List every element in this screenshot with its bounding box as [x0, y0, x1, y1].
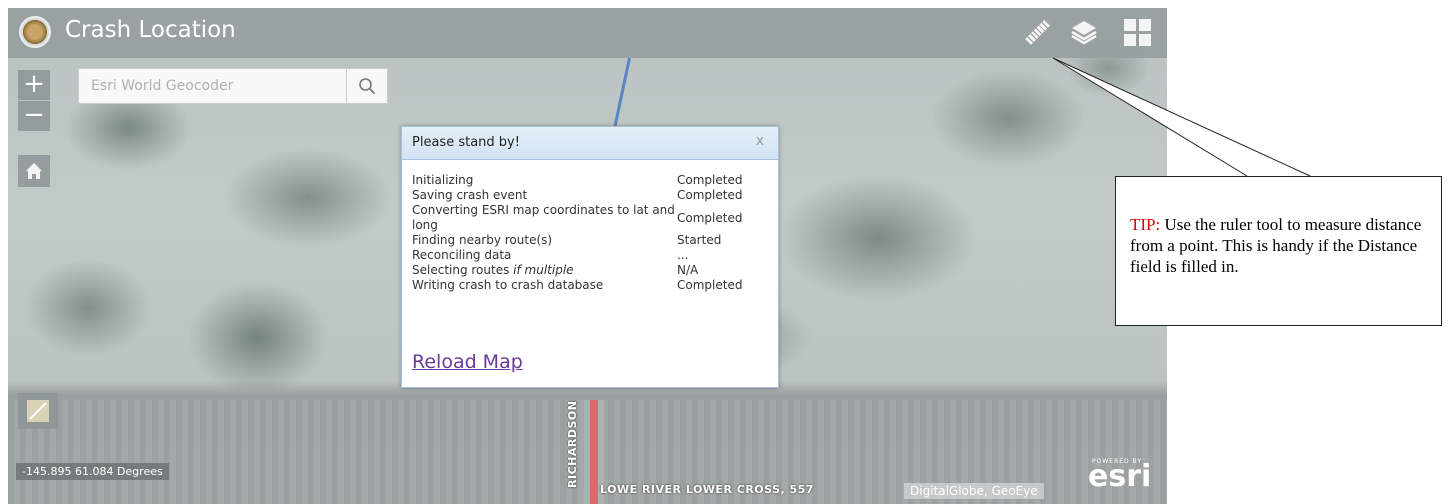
layers-icon[interactable]	[1070, 18, 1098, 46]
esri-logo: POWERED BY esri	[1088, 458, 1151, 492]
geocoder-search	[78, 68, 388, 104]
zoom-out-button[interactable]: −	[18, 101, 50, 131]
reload-map-link[interactable]: Reload Map	[412, 351, 523, 373]
status-value: Completed	[677, 188, 743, 202]
route-highlight	[590, 400, 598, 504]
dialog-header: Please stand by! x	[402, 127, 778, 160]
status-label: Reconciling data	[412, 248, 512, 262]
tip-prefix: TIP:	[1130, 215, 1161, 234]
road-label-horizontal: LOWE RIVER LOWER CROSS, 557	[600, 483, 814, 496]
widget-grid-icon[interactable]	[1123, 18, 1151, 46]
status-value: ...	[677, 248, 689, 262]
dialog-title: Please stand by!	[412, 135, 520, 150]
basemap-toggle-button[interactable]	[18, 393, 58, 429]
status-label: Converting ESRI map coordinates to lat a…	[412, 203, 675, 232]
status-value: Started	[677, 233, 722, 247]
status-row: Initializing Completed	[412, 173, 766, 188]
status-row: Selecting routes if multiple N/A	[412, 263, 766, 278]
coordinate-readout: -145.895 61.084 Degrees	[16, 463, 169, 480]
progress-dialog: Please stand by! x Initializing Completed…	[401, 126, 779, 388]
status-value: Completed	[677, 173, 743, 187]
status-row: Converting ESRI map coordinates to lat a…	[412, 203, 766, 233]
agency-logo-icon	[19, 16, 51, 48]
tip-callout: TIP: Use the ruler tool to measure dista…	[1115, 176, 1442, 326]
search-input[interactable]	[79, 69, 347, 103]
status-value: Completed	[677, 210, 743, 225]
basemap-thumbnail-icon	[27, 400, 49, 422]
home-icon	[26, 163, 42, 179]
status-row: Finding nearby route(s) Started	[412, 233, 766, 248]
search-button[interactable]	[346, 69, 387, 103]
home-button[interactable]	[18, 155, 50, 187]
river-line	[611, 57, 631, 137]
status-label: Initializing	[412, 173, 474, 187]
ruler-icon[interactable]	[1024, 18, 1052, 46]
road-label-vertical: RICHARDSON	[566, 400, 579, 488]
status-label: Saving crash event	[412, 188, 528, 202]
tip-text: TIP: Use the ruler tool to measure dista…	[1130, 214, 1430, 277]
status-row: Reconciling data...	[412, 248, 766, 263]
close-icon[interactable]: x	[756, 133, 764, 149]
tip-body: Use the ruler tool to measure distance f…	[1130, 215, 1422, 276]
search-icon	[359, 78, 376, 95]
status-row: Saving crash event Completed	[412, 188, 766, 203]
status-value: Completed	[677, 278, 743, 292]
status-label: Selecting routes if multiple	[412, 263, 574, 277]
page-title: Crash Location	[65, 17, 236, 43]
map-attribution: DigitalGlobe, GeoEye	[904, 483, 1044, 499]
zoom-in-button[interactable]: +	[18, 70, 50, 100]
status-list: Initializing Completed Saving crash event C…	[412, 173, 766, 293]
status-value: N/A	[677, 263, 699, 277]
status-row: Writing crash to crash database Completed	[412, 278, 766, 293]
status-label: Finding nearby route(s)	[412, 233, 553, 247]
status-label: Writing crash to crash database	[412, 278, 604, 292]
esri-wordmark: esri	[1088, 459, 1152, 494]
